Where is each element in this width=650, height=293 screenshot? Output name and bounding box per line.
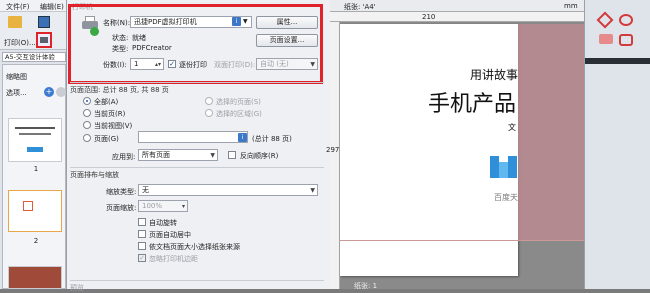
area-tool-icon[interactable] bbox=[619, 34, 633, 46]
save-icon[interactable] bbox=[38, 16, 50, 28]
eraser-icon[interactable] bbox=[599, 34, 613, 44]
layout-group-label: 页面排布与缩放 bbox=[70, 167, 324, 180]
radio-selected-area[interactable] bbox=[205, 109, 213, 117]
radio-selected-area-label: 选择的区域(G) bbox=[216, 110, 262, 118]
print-button[interactable]: 打印(O)... bbox=[4, 38, 36, 48]
scale-type-select[interactable]: 无 ▼ bbox=[138, 184, 318, 196]
ribbon: 打印(O)... bbox=[0, 12, 68, 50]
reverse-order-label: 反向顺序(R) bbox=[240, 152, 279, 160]
paper-source-checkbox[interactable] bbox=[138, 242, 146, 250]
pages-info-icon[interactable]: i bbox=[238, 133, 247, 142]
scale-type-label: 缩放类型: bbox=[106, 188, 137, 196]
thumbnail-page-2[interactable] bbox=[8, 190, 62, 232]
radio-all-label: 全部(A) bbox=[94, 98, 119, 106]
radio-all[interactable] bbox=[83, 97, 91, 105]
zoom-input[interactable]: 100% ▾ bbox=[138, 200, 188, 212]
thumbnail-page-3[interactable] bbox=[8, 266, 62, 289]
apply-to-label: 应用到: bbox=[112, 153, 136, 161]
panel-divider bbox=[585, 58, 650, 64]
chevron-down-icon: ▼ bbox=[310, 187, 315, 194]
doc-line-1: 用讲故事 bbox=[470, 68, 519, 82]
page-overflow-region bbox=[518, 24, 584, 240]
total-pages: (总计 88 页) bbox=[252, 135, 292, 143]
open-folder-icon[interactable] bbox=[8, 16, 22, 28]
ruler-unit: mm bbox=[564, 2, 578, 10]
shape-tool-icon[interactable] bbox=[596, 11, 614, 29]
ruler-top-value: 210 bbox=[422, 13, 436, 21]
radio-pages-label: 页面(G) bbox=[94, 135, 119, 143]
preview-toolbar: 纸张: 'A4' mm bbox=[330, 0, 584, 12]
page-bottom-guide bbox=[340, 240, 584, 241]
thumbnail-options[interactable]: 选项... bbox=[6, 88, 27, 98]
pages-input[interactable] bbox=[138, 131, 248, 143]
radio-pages[interactable] bbox=[83, 134, 91, 142]
radio-current-page[interactable] bbox=[83, 109, 91, 117]
menu-file[interactable]: 文件(F) bbox=[6, 2, 30, 12]
preview-page: 用讲故事 手机产品 文 百度天 bbox=[340, 24, 518, 276]
ignore-margin-label: 忽略打印机边距 bbox=[149, 255, 198, 263]
vertical-ruler: 297 bbox=[326, 22, 340, 289]
radio-current-view[interactable] bbox=[83, 121, 91, 129]
auto-center-checkbox[interactable] bbox=[138, 230, 146, 238]
highlight-box bbox=[68, 4, 323, 84]
doc-line-2: 手机产品 bbox=[428, 92, 517, 117]
print-icon[interactable] bbox=[36, 32, 52, 48]
zoom-value: 100% bbox=[142, 202, 163, 210]
lasso-tool-icon[interactable] bbox=[619, 14, 633, 26]
bottom-group-label: 预览 bbox=[70, 280, 324, 293]
apply-to-value: 所有页面 bbox=[142, 151, 170, 159]
thumbnail-page-1[interactable] bbox=[8, 118, 62, 162]
document-tab[interactable]: A5-交互设计体验 bbox=[2, 52, 66, 62]
thumbnail-number-1: 1 bbox=[33, 165, 39, 173]
apply-to-select[interactable]: 所有页面 ▼ bbox=[138, 149, 218, 161]
paper-source-label: 依文档页面大小选择纸张来源 bbox=[149, 243, 240, 251]
brand-logo-icon bbox=[490, 154, 518, 180]
doc-line-3: 文 bbox=[508, 123, 516, 132]
host-app-left: 文件(F) 编辑(E) 打印(O)... A5-交互设计体验 缩略图 选项...… bbox=[0, 0, 68, 289]
auto-rotate-checkbox[interactable] bbox=[138, 218, 146, 226]
ruler-side-value: 297 bbox=[326, 146, 340, 154]
zoom-out-icon[interactable] bbox=[56, 87, 66, 97]
thumbnail-number-2: 2 bbox=[33, 237, 39, 245]
chevron-down-icon: ▼ bbox=[210, 152, 215, 159]
menu-edit[interactable]: 编辑(E) bbox=[40, 2, 64, 12]
zoom-label: 页面缩放: bbox=[106, 204, 137, 212]
range-group-label: 页面范围: 总计 88 页, 共 88 页 bbox=[70, 82, 324, 95]
radio-selected-pages[interactable] bbox=[205, 97, 213, 105]
radio-current-view-label: 当前视图(V) bbox=[94, 122, 133, 130]
host-app-right bbox=[584, 0, 650, 289]
reverse-order-checkbox[interactable] bbox=[228, 151, 236, 159]
zoom-stepper-icon: ▾ bbox=[181, 203, 185, 210]
thumbnail-title: 缩略图 bbox=[6, 73, 27, 81]
scale-type-value: 无 bbox=[142, 186, 149, 194]
auto-rotate-label: 自动旋转 bbox=[149, 219, 177, 227]
auto-center-label: 页面自动居中 bbox=[149, 231, 191, 239]
preview-footer: 纸张: 1 bbox=[354, 282, 378, 290]
ignore-margin-checkbox[interactable]: ✓ bbox=[138, 254, 146, 262]
menu-bar: 文件(F) 编辑(E) bbox=[0, 0, 68, 12]
zoom-in-icon[interactable]: + bbox=[44, 87, 54, 97]
doc-brand: 百度天 bbox=[494, 193, 518, 202]
paper-label: 纸张: 'A4' bbox=[344, 3, 376, 11]
radio-current-page-label: 当前页(R) bbox=[94, 110, 126, 118]
horizontal-ruler: 210 bbox=[330, 12, 584, 22]
radio-selected-pages-label: 选择的页面(S) bbox=[216, 98, 261, 106]
